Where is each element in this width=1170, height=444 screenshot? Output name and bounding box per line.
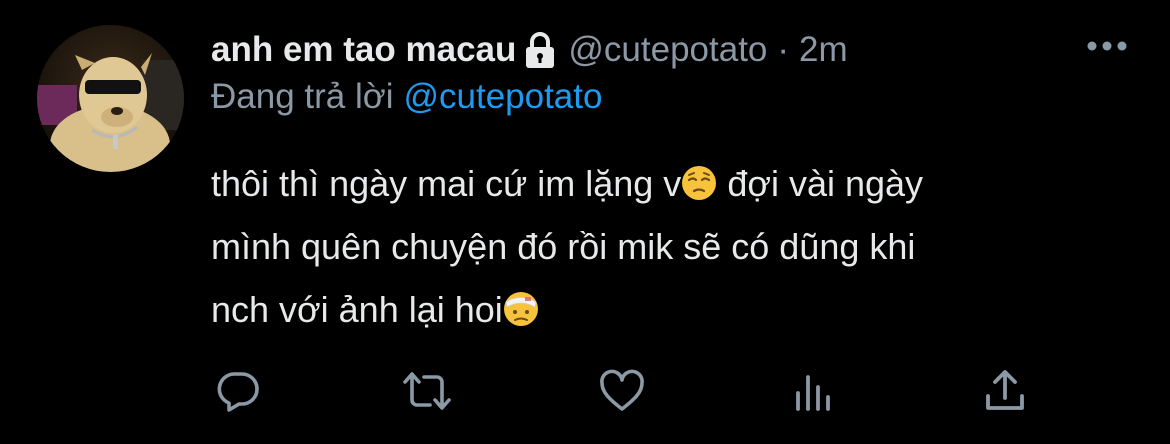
share-icon <box>983 368 1027 419</box>
timestamp[interactable]: 2m <box>799 30 848 70</box>
user-handle[interactable]: @cutepotato <box>568 30 767 70</box>
pensive-face-emoji <box>681 157 717 200</box>
avatar[interactable] <box>37 25 184 172</box>
tweet: anh em tao macau @cutepotato · 2m Đang t… <box>0 0 1170 444</box>
more-icon[interactable] <box>1085 38 1129 54</box>
tweet-text: thôi thì ngày mai cứ im lặng v đợi vài n… <box>211 152 1111 341</box>
retweet-icon <box>402 368 452 419</box>
replying-to: Đang trả lời @cutepotato <box>211 75 602 119</box>
tweet-header: anh em tao macau @cutepotato · 2m <box>211 28 848 72</box>
tweet-text-segment: mình quên chuyện đó rồi mik sẽ có dũng k… <box>211 226 916 267</box>
separator-dot: · <box>777 30 790 69</box>
analytics-button[interactable] <box>789 368 839 418</box>
tweet-text-line: mình quên chuyện đó rồi mik sẽ có dũng k… <box>211 215 1111 278</box>
replying-to-handle[interactable]: @cutepotato <box>403 77 602 117</box>
like-button[interactable] <box>597 368 647 418</box>
tweet-actions <box>0 368 1170 418</box>
tweet-text-line: nch với ảnh lại hoi <box>211 278 1111 341</box>
tweet-text-segment: đợi vài ngày <box>717 163 924 204</box>
replying-to-label: Đang trả lời <box>211 77 394 116</box>
analytics-icon <box>792 369 836 418</box>
reply-icon <box>215 368 261 419</box>
tweet-text-line: thôi thì ngày mai cứ im lặng v đợi vài n… <box>211 152 1111 215</box>
head-bandage-face-emoji <box>503 283 539 326</box>
display-name[interactable]: anh em tao macau <box>211 30 516 70</box>
reply-button[interactable] <box>213 368 263 418</box>
lock-icon <box>522 30 558 70</box>
tweet-text-segment: thôi thì ngày mai cứ im lặng v <box>211 163 682 204</box>
heart-icon <box>599 369 645 418</box>
tweet-text-segment: nch với ảnh lại hoi <box>211 289 503 330</box>
share-button[interactable] <box>980 368 1030 418</box>
retweet-button[interactable] <box>402 368 452 418</box>
